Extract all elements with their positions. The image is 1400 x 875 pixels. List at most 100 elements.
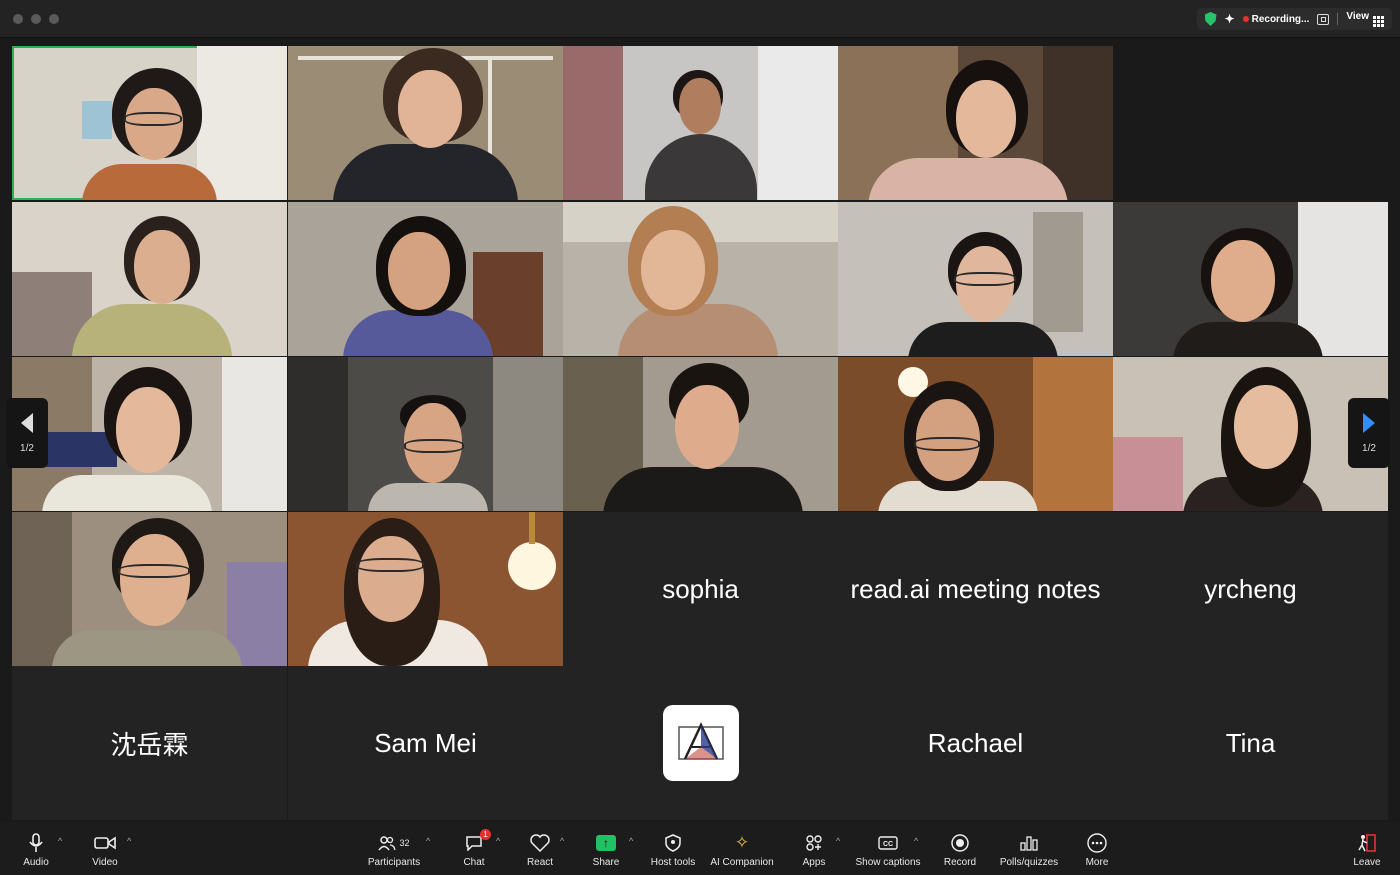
participant-video-tile[interactable] xyxy=(1113,357,1388,511)
more-button[interactable]: More xyxy=(1057,832,1137,868)
encryption-shield-icon[interactable] xyxy=(1204,12,1217,26)
participant-video-tile[interactable] xyxy=(12,357,287,511)
app-logo-icon xyxy=(677,722,724,760)
participant-video-tile[interactable] xyxy=(12,512,287,666)
microphone-icon xyxy=(29,832,43,854)
host-tools-label: Host tools xyxy=(650,857,696,868)
bar-chart-icon xyxy=(1020,832,1038,854)
more-label: More xyxy=(1085,857,1109,868)
view-button[interactable]: View xyxy=(1346,11,1384,27)
recording-indicator[interactable]: Recording... xyxy=(1242,13,1310,25)
participants-options-caret-icon[interactable]: ^ xyxy=(426,836,430,846)
meeting-status-bar: ✦ Recording... View xyxy=(1196,8,1392,30)
show-captions-label: Show captions xyxy=(855,857,921,868)
apps-button[interactable]: Apps xyxy=(774,832,854,868)
share-label: Share xyxy=(592,857,620,868)
participant-name-tile[interactable]: read.ai meeting notes xyxy=(838,512,1113,666)
leave-door-icon xyxy=(1357,832,1377,854)
participant-video-tile[interactable] xyxy=(12,46,287,200)
window-titlebar: ✦ Recording... View xyxy=(0,0,1400,38)
video-options-caret-icon[interactable]: ^ xyxy=(127,836,131,846)
participant-name-tile[interactable]: Rachael xyxy=(838,666,1113,820)
recording-dot-icon xyxy=(1242,15,1249,22)
fullscreen-icon[interactable] xyxy=(1317,13,1330,25)
leave-label: Leave xyxy=(1353,857,1381,868)
ai-companion-button[interactable]: ✧ AI Companion xyxy=(702,832,782,868)
ai-companion-label: AI Companion xyxy=(710,857,774,868)
chat-unread-badge: 1 xyxy=(480,829,491,840)
react-options-caret-icon[interactable]: ^ xyxy=(560,836,564,846)
recording-label: Recording... xyxy=(1251,13,1310,25)
participant-name-tile[interactable]: yrcheng xyxy=(1113,512,1388,666)
svg-text:CC: CC xyxy=(883,841,893,848)
participants-label: Participants xyxy=(367,857,421,868)
record-button[interactable]: Record xyxy=(920,832,1000,868)
participant-video-tile[interactable] xyxy=(838,202,1113,356)
participant-name: read.ai meeting notes xyxy=(850,573,1101,604)
apps-options-caret-icon[interactable]: ^ xyxy=(836,836,840,846)
page-indicator: 1/2 xyxy=(1362,442,1376,454)
participant-video-tile[interactable] xyxy=(563,46,838,200)
participant-video-tile[interactable] xyxy=(288,357,563,511)
participant-name: Rachael xyxy=(927,727,1024,758)
participant-video-tile[interactable] xyxy=(12,202,287,356)
close-window-button[interactable] xyxy=(13,14,23,24)
participant-video-tile[interactable] xyxy=(288,46,563,200)
zoom-window-button[interactable] xyxy=(49,14,59,24)
participant-video-tile[interactable] xyxy=(563,202,838,356)
video-gallery: sophia read.ai meeting notes yrcheng 沈岳霖… xyxy=(12,46,1388,820)
more-dots-icon xyxy=(1087,832,1107,854)
audio-options-caret-icon[interactable]: ^ xyxy=(58,836,62,846)
video-label: Video xyxy=(92,857,118,868)
participant-name-tile[interactable]: sophia xyxy=(563,512,838,666)
participant-video-tile[interactable] xyxy=(838,357,1113,511)
chat-bubble-icon: 1 xyxy=(465,829,491,854)
share-screen-icon: ↑ xyxy=(596,832,616,854)
polls-quizzes-label: Polls/quizzes xyxy=(999,857,1059,868)
ai-sparkle-icon[interactable]: ✦ xyxy=(1225,12,1235,26)
chat-label: Chat xyxy=(463,857,485,868)
participant-video-tile[interactable] xyxy=(838,46,1113,200)
participant-video-tile[interactable] xyxy=(563,357,838,511)
heart-icon xyxy=(530,832,550,854)
host-shield-icon xyxy=(665,832,681,854)
captions-icon: CC xyxy=(878,832,898,854)
meeting-toolbar: Audio ^ Video ^ 32 Participants ^ 1 Chat… xyxy=(0,822,1400,875)
previous-page-button[interactable]: 1/2 xyxy=(6,398,48,468)
participant-video-tile[interactable] xyxy=(288,202,563,356)
participant-count: 32 xyxy=(399,838,410,848)
captions-options-caret-icon[interactable]: ^ xyxy=(914,836,918,846)
video-button[interactable]: Video xyxy=(65,832,145,868)
next-page-button[interactable]: 1/2 xyxy=(1348,398,1390,468)
chevron-right-icon xyxy=(1363,412,1375,433)
participant-name-tile[interactable]: 沈岳霖 xyxy=(12,666,287,820)
minimize-window-button[interactable] xyxy=(31,14,41,24)
react-label: React xyxy=(526,857,554,868)
participants-button[interactable]: 32 Participants xyxy=(354,832,434,868)
apps-label: Apps xyxy=(802,857,826,868)
participant-video-tile[interactable] xyxy=(1113,202,1388,356)
participant-name: 沈岳霖 xyxy=(110,729,189,760)
participant-name-tile[interactable]: Sam Mei xyxy=(288,666,563,820)
grid-view-icon xyxy=(1373,16,1384,27)
audio-label: Audio xyxy=(23,857,49,868)
participant-avatar-tile[interactable] xyxy=(563,666,838,820)
participant-name-tile[interactable]: Tina xyxy=(1113,666,1388,820)
view-label: View xyxy=(1346,11,1369,22)
leave-button[interactable]: Leave xyxy=(1327,832,1400,868)
participant-name: Sam Mei xyxy=(374,727,477,758)
divider xyxy=(1337,13,1339,25)
page-indicator: 1/2 xyxy=(20,442,34,454)
participant-video-tile[interactable] xyxy=(288,512,563,666)
host-tools-button[interactable]: Host tools xyxy=(633,832,713,868)
video-camera-icon xyxy=(94,832,116,854)
chevron-left-icon xyxy=(21,412,33,433)
sparkle-icon: ✧ xyxy=(734,833,750,852)
participants-icon: 32 xyxy=(378,832,410,854)
participant-logo-avatar xyxy=(662,705,739,781)
participant-name: yrcheng xyxy=(1204,573,1297,604)
record-label: Record xyxy=(943,857,977,868)
apps-icon xyxy=(805,832,823,854)
participant-name: Tina xyxy=(1225,727,1276,758)
participant-name: sophia xyxy=(662,573,739,604)
